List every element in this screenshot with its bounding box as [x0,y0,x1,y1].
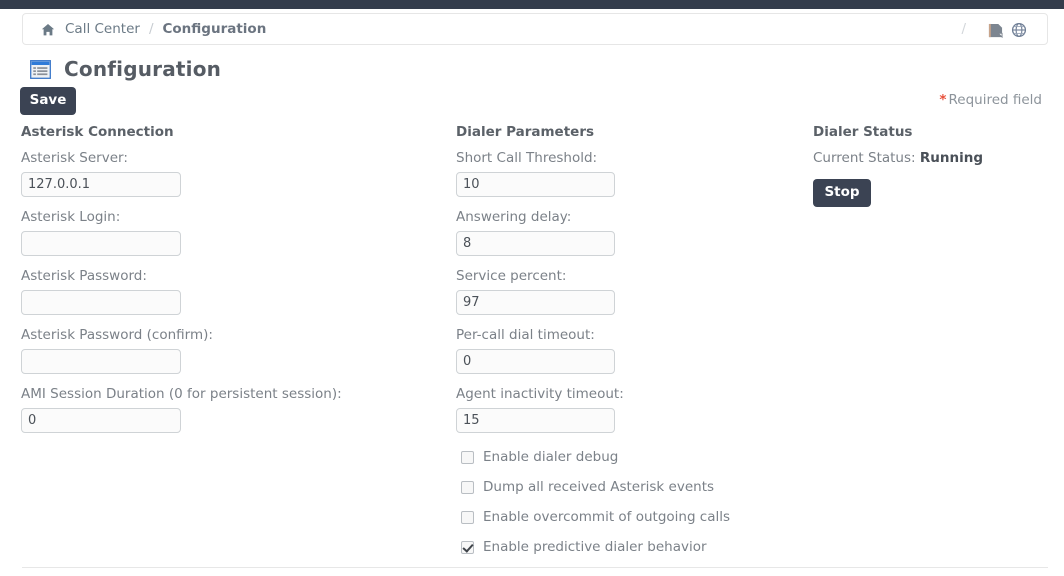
globe-icon[interactable] [1011,22,1027,38]
page-title-text: Configuration [64,57,222,81]
asterisk-connection-section: Asterisk Connection Asterisk Server: Ast… [21,124,421,445]
checkbox-dump-asterisk-events[interactable] [461,480,474,494]
label-asterisk-password-confirm: Asterisk Password (confirm): [21,327,213,343]
checkbox-enable-predictive-dialer[interactable] [461,540,474,554]
page-title: Configuration [30,57,221,81]
checkbox-row-dump-asterisk-events[interactable]: Dump all received Asterisk events [456,479,796,495]
breadcrumb: Call Center / Configuration / [22,13,1048,45]
checkbox-row-enable-dialer-debug[interactable]: Enable dialer debug [456,449,796,465]
input-asterisk-password[interactable] [21,290,181,315]
required-field-text: Required field [948,92,1042,108]
label-short-call-threshold: Short Call Threshold: [456,150,598,166]
input-per-call-dial-timeout[interactable] [456,349,615,374]
section-title-dialer-status: Dialer Status [813,124,913,140]
checkbox-label-enable-dialer-debug: Enable dialer debug [483,449,619,465]
checkbox-row-enable-overcommit[interactable]: Enable overcommit of outgoing calls [456,509,796,525]
list-report-icon [30,59,51,79]
input-answering-delay[interactable] [456,231,615,256]
checkbox-row-enable-predictive-dialer[interactable]: Enable predictive dialer behavior [456,539,796,555]
breadcrumb-separator: / [148,21,154,37]
status-badge: Running [919,150,983,166]
section-title-asterisk-connection: Asterisk Connection [21,124,174,140]
input-asterisk-password-confirm[interactable] [21,349,181,374]
input-agent-inactivity-timeout[interactable] [456,408,615,433]
label-per-call-dial-timeout: Per-call dial timeout: [456,327,595,343]
checkbox-enable-overcommit[interactable] [461,510,474,524]
dialer-parameters-section: Dialer Parameters Short Call Threshold: … [456,124,796,569]
label-answering-delay: Answering delay: [456,209,572,225]
breadcrumb-actions: / [961,21,1037,38]
label-asterisk-login: Asterisk Login: [21,209,121,225]
label-ami-session-duration: AMI Session Duration (0 for persistent s… [21,386,342,402]
required-field-note: * Required field [700,92,1042,108]
dialer-status-section: Dialer Status Current Status: Running St… [813,124,1053,207]
input-asterisk-login[interactable] [21,231,181,256]
label-service-percent: Service percent: [456,268,567,284]
breadcrumb-right-separator: / [961,21,966,37]
breadcrumb-current: Configuration [162,21,267,37]
current-status-label: Current Status: [813,150,916,166]
section-title-dialer-parameters: Dialer Parameters [456,124,595,140]
save-button[interactable]: Save [20,87,76,115]
input-ami-session-duration[interactable] [21,408,181,433]
stop-button[interactable]: Stop [813,179,871,207]
checkbox-label-dump-asterisk-events: Dump all received Asterisk events [483,479,715,495]
top-navbar [0,0,1064,9]
label-asterisk-password: Asterisk Password: [21,268,147,284]
current-status-line: Current Status: Running [813,150,1053,167]
label-agent-inactivity-timeout: Agent inactivity timeout: [456,386,624,402]
input-asterisk-server[interactable] [21,172,181,197]
checkbox-enable-dialer-debug[interactable] [461,450,474,464]
page-icon[interactable] [988,23,1003,38]
home-icon[interactable] [41,23,55,37]
checkbox-label-enable-predictive-dialer: Enable predictive dialer behavior [483,539,707,555]
input-short-call-threshold[interactable] [456,172,615,197]
footer-divider [22,567,1048,568]
required-asterisk: * [939,92,947,108]
checkbox-label-enable-overcommit: Enable overcommit of outgoing calls [483,509,731,525]
input-service-percent[interactable] [456,290,615,315]
dialer-options-group: Enable dialer debug Dump all received As… [456,449,796,555]
breadcrumb-link-call-center[interactable]: Call Center [65,21,140,37]
label-asterisk-server: Asterisk Server: [21,150,128,166]
